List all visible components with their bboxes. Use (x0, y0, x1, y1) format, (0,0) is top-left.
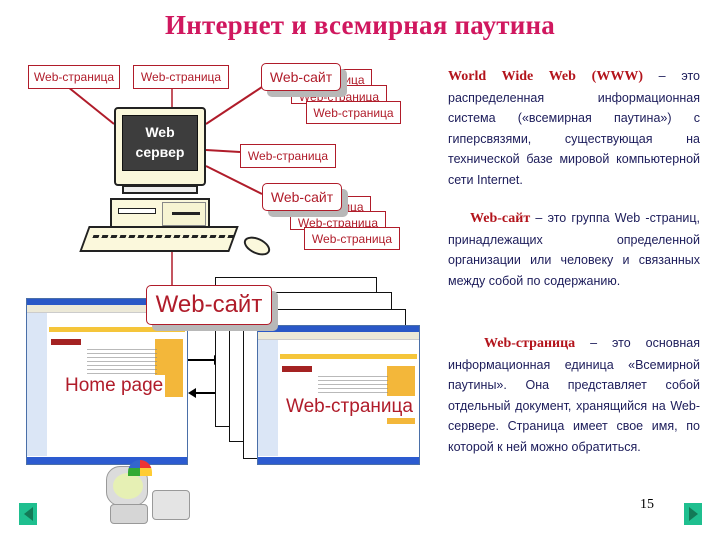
connector-line (205, 165, 263, 195)
connector-line (205, 86, 263, 125)
server-label-line1: Web (145, 124, 175, 140)
definition-text: – это распределенная информационная сист… (448, 69, 700, 187)
definition-webpage: Web-страница – это основная информационн… (448, 333, 700, 457)
triangle-right-icon (688, 507, 698, 521)
definition-www: World Wide Web (WWW) – это распределенна… (448, 66, 700, 190)
web-page-box: Web-страница (306, 101, 401, 124)
web-page-label: Web-страница (284, 396, 415, 418)
web-page-box: Web-страница (304, 227, 400, 250)
web-page-screenshot: Web-страница (257, 325, 420, 465)
web-page-box: Web-страница (240, 144, 336, 168)
web-site-box: Web-сайт (262, 183, 342, 211)
term-website: Web-сайт (470, 211, 531, 226)
web-site-box: Web-сайт (261, 63, 341, 91)
triangle-left-icon (23, 507, 33, 521)
mascot-base (110, 504, 148, 524)
connector-line (205, 149, 241, 153)
prev-slide-button[interactable] (19, 503, 37, 525)
server-monitor: Web сервер (114, 107, 206, 186)
web-page-box: Web-страница (28, 65, 120, 89)
web-site-box-large: Web-сайт (146, 285, 272, 325)
definition-website: Web-сайт – это группа Web -страниц, прин… (448, 208, 700, 291)
server-label-line2: сервер (135, 144, 185, 160)
arrow-head-left (188, 388, 196, 398)
term-www: World Wide Web (WWW) (448, 69, 643, 84)
monitor-stand (122, 185, 198, 194)
server-screen: Web сервер (122, 115, 198, 171)
keyboard-icon (79, 226, 239, 252)
term-webpage: Web-страница (484, 336, 576, 351)
definition-text: – это основная информационная единица «В… (448, 336, 700, 454)
printer-icon (152, 490, 190, 520)
home-page-label: Home page (63, 375, 166, 397)
next-slide-button[interactable] (684, 503, 702, 525)
connector-line (67, 86, 115, 125)
page-number: 15 (640, 497, 654, 512)
web-page-box: Web-страница (133, 65, 229, 89)
